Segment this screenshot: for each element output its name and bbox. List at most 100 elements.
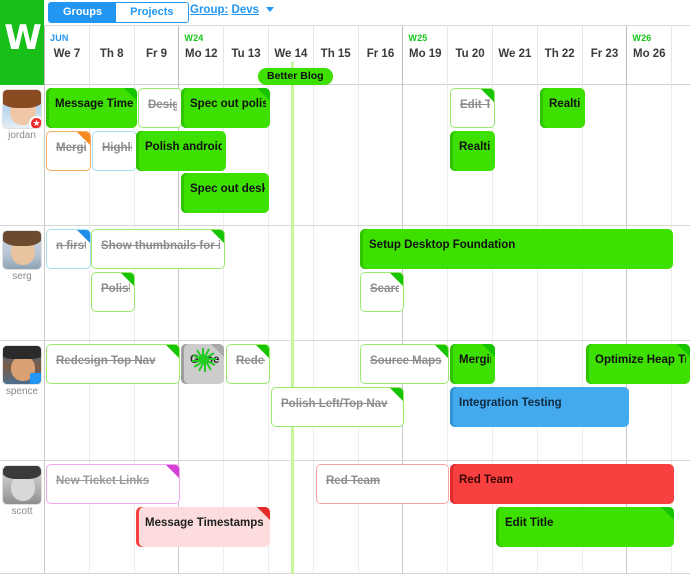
week-label: W26 bbox=[632, 33, 652, 43]
task-bar[interactable]: Merging bbox=[46, 131, 91, 171]
day-label: Th 22 bbox=[544, 48, 575, 60]
avatar[interactable] bbox=[3, 466, 41, 504]
task-corner-fold-icon bbox=[677, 344, 690, 357]
day-label: Mo 26 bbox=[632, 48, 666, 60]
task-corner-fold-icon bbox=[256, 345, 269, 358]
avatar[interactable] bbox=[3, 231, 41, 269]
task-label: Red Team bbox=[326, 475, 381, 487]
task-corner-fold-icon bbox=[124, 88, 137, 101]
task-label: Show thumbnails for images bbox=[101, 240, 220, 252]
task-label: Realtime bbox=[549, 98, 581, 110]
corner-badge-icon bbox=[30, 373, 41, 384]
task-bar[interactable]: Optimize Heap Trim bbox=[586, 344, 690, 384]
task-corner-fold-icon bbox=[390, 388, 403, 401]
task-label: Source Maps bbox=[370, 355, 442, 367]
starburst-icon[interactable] bbox=[192, 348, 216, 372]
task-bar[interactable]: Realtime bbox=[540, 88, 585, 128]
row-user-cell[interactable]: ★ jordan bbox=[0, 85, 44, 225]
row-user-cell[interactable]: serg bbox=[0, 226, 44, 340]
user-name: jordan bbox=[8, 130, 36, 141]
task-bar[interactable]: New Ticket Links bbox=[46, 464, 180, 504]
task-bar[interactable]: Spec out desktop bbox=[181, 173, 269, 213]
date-column: Fr 9 bbox=[133, 26, 179, 85]
task-bar[interactable]: Edit Title bbox=[450, 88, 495, 128]
day-label: Tu 20 bbox=[455, 48, 485, 60]
task-corner-fold-icon bbox=[257, 507, 270, 520]
task-label: Spec out desktop bbox=[190, 183, 265, 195]
task-bar[interactable]: Message Timestamps bbox=[136, 507, 270, 547]
star-badge-icon: ★ bbox=[29, 116, 41, 128]
tab-groups[interactable]: Groups bbox=[49, 3, 117, 22]
view-toggle[interactable]: Groups Projects bbox=[48, 2, 189, 23]
week-label: W25 bbox=[408, 33, 428, 43]
date-column: JUN We 7 bbox=[44, 26, 89, 85]
group-selector[interactable]: Group: Devs bbox=[190, 4, 275, 16]
day-label: We 7 bbox=[53, 48, 81, 60]
week-label: JUN bbox=[50, 33, 69, 43]
task-label: Message Timestamps bbox=[55, 98, 133, 110]
task-corner-fold-icon bbox=[482, 344, 495, 357]
task-label: Edit Title bbox=[505, 517, 554, 529]
task-corner-fold-icon bbox=[211, 230, 224, 243]
timeline-body[interactable]: ★ jordan Message Timestamps Design Spec out … bbox=[0, 62, 690, 574]
task-corner-fold-icon bbox=[390, 273, 403, 286]
day-label: Fr 9 bbox=[145, 48, 168, 60]
today-marker bbox=[291, 62, 294, 574]
task-bar[interactable]: Polish android nok bbox=[136, 131, 226, 171]
tab-projects[interactable]: Projects bbox=[116, 3, 188, 22]
task-bar[interactable]: Message Timestamps bbox=[46, 88, 137, 128]
task-bar[interactable]: Show thumbnails for images bbox=[91, 229, 225, 269]
task-bar[interactable]: Design bbox=[138, 88, 182, 128]
date-column: W25 Mo 19 bbox=[402, 26, 447, 85]
avatar[interactable] bbox=[3, 346, 41, 384]
task-corner-fold-icon bbox=[166, 465, 179, 478]
task-bar[interactable]: Source Maps bbox=[360, 344, 449, 384]
task-corner-fold-icon bbox=[481, 89, 494, 102]
timeline-row: spenceRedesign Top NavGoneRedesignSource… bbox=[0, 341, 690, 461]
task-corner-fold-icon bbox=[257, 88, 270, 101]
task-label: Realtime bbox=[459, 141, 491, 153]
group-selector-label: Group: bbox=[190, 4, 229, 16]
task-bar[interactable]: Realtime bbox=[450, 131, 495, 171]
app-logo[interactable]: W bbox=[0, 0, 44, 85]
gantt-app: Groups Projects Group: Devs W JUN We 7 Th … bbox=[0, 0, 690, 574]
task-bar[interactable]: Polish t bbox=[91, 272, 135, 312]
week-label: W24 bbox=[184, 33, 204, 43]
day-label: Fr 16 bbox=[366, 48, 395, 60]
day-label: Th 8 bbox=[99, 48, 124, 60]
row-user-cell[interactable]: scott bbox=[0, 461, 44, 573]
date-column: Th 22 bbox=[536, 26, 582, 85]
task-bar[interactable]: n first me bbox=[46, 229, 91, 269]
task-bar[interactable]: Red Team bbox=[316, 464, 449, 504]
task-bar[interactable]: Highlight bbox=[92, 131, 137, 171]
avatar[interactable]: ★ bbox=[3, 90, 41, 128]
task-label: Red Team bbox=[459, 474, 514, 486]
group-selector-value: Devs bbox=[231, 4, 260, 16]
milestone-pill[interactable]: Better Blog bbox=[258, 68, 333, 85]
task-corner-fold-icon bbox=[77, 132, 90, 145]
user-name: spence bbox=[5, 386, 39, 397]
day-label: Fr 23 bbox=[590, 48, 619, 60]
logo-letter: W bbox=[4, 18, 42, 58]
row-user-cell[interactable]: spence bbox=[0, 341, 44, 460]
user-name: scott bbox=[11, 506, 33, 517]
task-corner-fold-icon bbox=[435, 345, 448, 358]
task-bar[interactable]: Spec out polishing bbox=[181, 88, 270, 128]
task-label: Spec out polishing bbox=[190, 98, 266, 110]
task-bar[interactable]: Integration Testing bbox=[450, 387, 629, 427]
date-column: Fr 23 bbox=[581, 26, 627, 85]
task-bar[interactable]: Red Team bbox=[450, 464, 674, 504]
task-bar[interactable]: Edit Title bbox=[496, 507, 674, 547]
task-bar[interactable]: Redesign Top Nav bbox=[46, 344, 180, 384]
task-label: Design bbox=[148, 99, 177, 111]
task-bar[interactable]: Redesign bbox=[226, 344, 270, 384]
task-bar[interactable]: Merging bbox=[450, 344, 495, 384]
date-column: We 21 bbox=[492, 26, 537, 85]
task-corner-fold-icon bbox=[661, 507, 674, 520]
task-bar[interactable]: Setup Desktop Foundation bbox=[360, 229, 673, 269]
timeline-row: scott New Ticket Links Red Team Red Team Mes… bbox=[0, 461, 690, 574]
task-bar[interactable]: Polish Left/Top Nav bbox=[271, 387, 404, 427]
task-bar[interactable]: Search bbox=[360, 272, 404, 312]
task-label: Redesign Top Nav bbox=[56, 355, 156, 367]
day-label: Th 15 bbox=[320, 48, 351, 60]
